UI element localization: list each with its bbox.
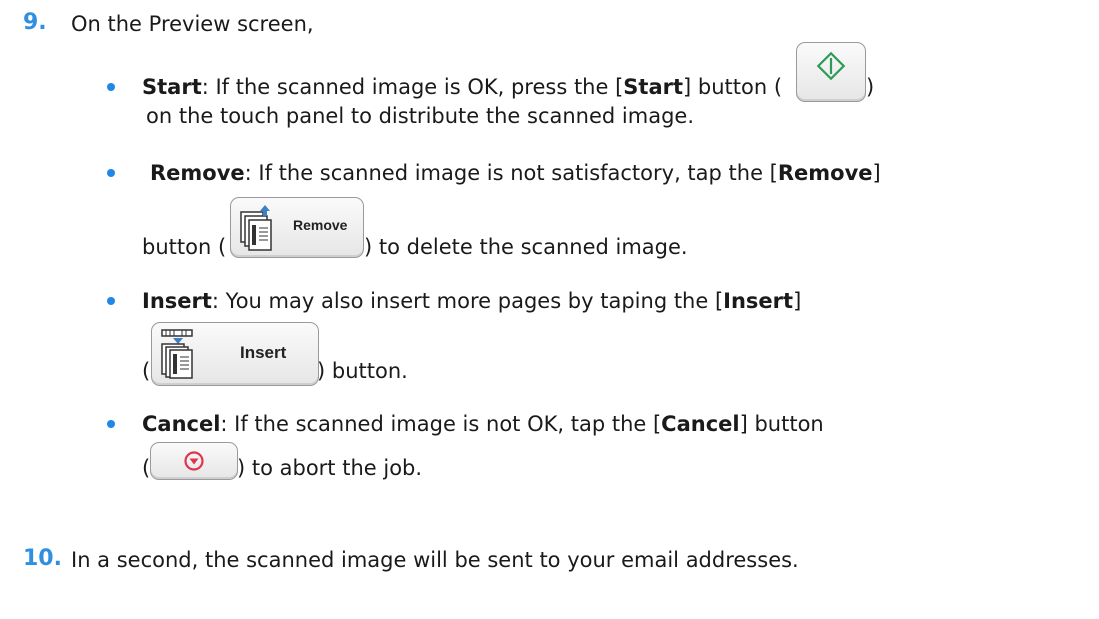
step-9-text: On the Preview screen, (71, 12, 314, 36)
cancel-text-c: ] button (739, 412, 824, 436)
cancel-text-b: Cancel (661, 412, 740, 436)
remove-term: Remove (150, 161, 245, 185)
remove-text-a: : If the scanned image is not satisfacto… (244, 161, 778, 185)
insert-text-a: : You may also insert more pages by tapi… (211, 289, 724, 313)
cancel-icon (184, 451, 204, 471)
step-10-number: 10. (23, 546, 62, 571)
start-text-a: : If the scanned image is OK, press the … (201, 75, 624, 99)
start-term: Start (142, 75, 202, 99)
step-9-number: 9. (23, 10, 47, 35)
start-text-b: Start (623, 75, 684, 99)
insert-term: Insert (142, 289, 212, 313)
remove-text-b: Remove (777, 161, 873, 185)
remove-line-2-b: ) to delete the scanned image. (364, 235, 688, 259)
bullet-dot (107, 83, 115, 91)
cancel-button[interactable] (150, 442, 238, 480)
remove-text-c: ] (872, 161, 881, 185)
start-icon (816, 51, 846, 81)
cancel-line-2-b: ) to abort the job. (237, 456, 423, 480)
insert-pages-icon (161, 329, 193, 379)
start-line-1: Start: If the scanned image is OK, press… (142, 74, 782, 100)
remove-pages-icon (240, 205, 272, 251)
insert-line-1: Insert: You may also insert more pages b… (142, 288, 801, 314)
start-line-2: on the touch panel to distribute the sca… (146, 104, 694, 128)
insert-button-label: Insert (240, 343, 287, 362)
remove-line-2-a: button ( (142, 235, 227, 259)
remove-line-1: Remove: If the scanned image is not sati… (150, 160, 881, 186)
remove-button[interactable]: Remove (230, 197, 364, 258)
cancel-line-2-a: ( (142, 456, 151, 480)
cancel-term: Cancel (142, 412, 221, 436)
bullet-dot (107, 169, 115, 177)
insert-line-2-b: ) button. (317, 359, 408, 383)
start-button[interactable] (796, 42, 866, 102)
insert-line-2-a: ( (142, 359, 151, 383)
bullet-dot (107, 297, 115, 305)
insert-text-b: Insert (723, 289, 794, 313)
insert-text-c: ] (793, 289, 802, 313)
step-10-text: In a second, the scanned image will be s… (71, 548, 799, 572)
cancel-line-1: Cancel: If the scanned image is not OK, … (142, 411, 824, 437)
remove-button-label: Remove (293, 217, 348, 233)
cancel-text-a: : If the scanned image is not OK, tap th… (220, 412, 662, 436)
insert-button[interactable]: Insert (151, 322, 319, 386)
bullet-dot (107, 420, 115, 428)
start-text-c: ] button ( (683, 75, 783, 99)
start-close-paren: ) (866, 75, 875, 99)
